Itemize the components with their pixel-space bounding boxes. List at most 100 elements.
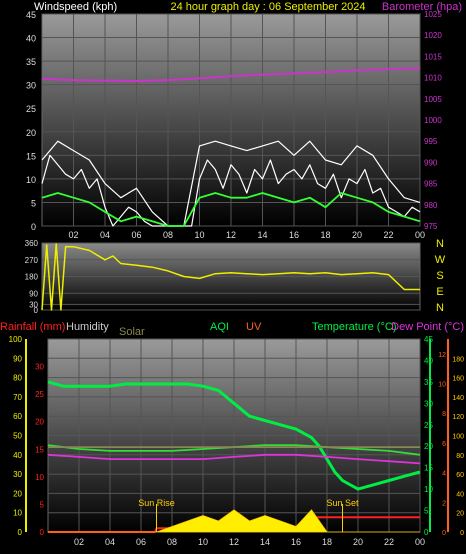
x-tick-label: 22 — [383, 230, 393, 240]
left-tick-label: 15 — [26, 151, 36, 161]
x-tick-label: 10 — [194, 230, 204, 240]
humidity-tick-label: 30 — [13, 470, 22, 479]
solar-tick-label: 100 — [452, 434, 464, 441]
humidity-tick-label: 90 — [13, 354, 22, 363]
direction-letter: N — [436, 238, 444, 250]
temp-tick-label: 30 — [424, 399, 433, 408]
right-tick-label: 1020 — [424, 31, 442, 40]
temp-tick-label: 40 — [424, 356, 433, 365]
x-tick-label: 02 — [68, 230, 78, 240]
solar-tick-label: 0 — [460, 530, 464, 537]
x-tick-label: 12 — [229, 537, 239, 547]
legend-humidity: Humidity — [66, 321, 109, 333]
uv-tick-label: 8 — [442, 411, 446, 418]
uv-tick-label: 4 — [442, 471, 446, 478]
humidity-tick-label: 0 — [18, 528, 23, 537]
temp-tick-label: 25 — [424, 421, 433, 430]
x-tick-label: 16 — [289, 230, 299, 240]
temp-tick-label: 15 — [424, 464, 433, 473]
solar-tick-label: 180 — [452, 356, 464, 363]
temp-tick-label: 0 — [424, 528, 429, 537]
left-tick-label: 5 — [31, 198, 36, 208]
x-tick-label: 04 — [105, 537, 115, 547]
x-tick-label: 14 — [260, 537, 270, 547]
legend-solar: Solar — [119, 326, 145, 338]
rain-tick-label: 10 — [35, 473, 44, 482]
rain-tick-label: 20 — [35, 418, 44, 427]
x-tick-label: 08 — [163, 230, 173, 240]
rain-tick-label: 25 — [35, 390, 44, 399]
direction-tick-label: 360 — [25, 239, 39, 248]
x-tick-label: 08 — [167, 537, 177, 547]
direction-tick-label: 180 — [25, 273, 39, 282]
left-tick-label: 35 — [26, 57, 36, 67]
direction-letter: S — [436, 270, 443, 282]
right-tick-label: 1015 — [424, 52, 442, 61]
x-tick-label: 00 — [415, 230, 425, 240]
right-tick-label: 1005 — [424, 95, 442, 104]
solar-tick-label: 120 — [452, 414, 464, 421]
legend-aqi: AQI — [210, 321, 229, 333]
temp-tick-label: 20 — [424, 442, 433, 451]
solar-tick-label: 80 — [456, 453, 464, 460]
humidity-tick-label: 50 — [13, 432, 22, 441]
x-tick-label: 18 — [322, 537, 332, 547]
direction-letter: E — [436, 286, 443, 298]
rain-tick-label: 30 — [35, 363, 44, 372]
left-tick-label: 40 — [26, 34, 36, 44]
x-tick-label: 12 — [226, 230, 236, 240]
right-tick-label: 985 — [424, 180, 438, 189]
x-tick-label: 00 — [415, 537, 425, 547]
uv-tick-label: 0 — [442, 530, 446, 537]
left-tick-label: 45 — [26, 10, 36, 20]
humidity-tick-label: 10 — [13, 509, 22, 518]
direction-tick-label: 30 — [29, 300, 38, 309]
rain-tick-label: 0 — [40, 528, 45, 537]
x-tick-label: 14 — [257, 230, 267, 240]
temp-tick-label: 10 — [424, 485, 433, 494]
direction-tick-label: 270 — [25, 256, 39, 265]
x-tick-label: 10 — [198, 537, 208, 547]
humidity-tick-label: 80 — [13, 374, 22, 383]
direction-tick-label: 90 — [29, 289, 38, 298]
rain-tick-label: 15 — [35, 445, 44, 454]
right-tick-label: 975 — [424, 222, 438, 231]
right-tick-label: 1025 — [424, 10, 442, 19]
solar-tick-label: 20 — [456, 511, 464, 518]
x-tick-label: 22 — [384, 537, 394, 547]
legend-temperature: Temperature (°C) — [312, 321, 396, 333]
direction-letter: N — [436, 302, 444, 314]
x-tick-label: 16 — [291, 537, 301, 547]
solar-tick-label: 140 — [452, 395, 464, 402]
solar-tick-label: 60 — [456, 472, 464, 479]
right-tick-label: 1010 — [424, 74, 442, 83]
uv-tick-label: 10 — [438, 382, 446, 389]
temp-tick-label: 35 — [424, 378, 433, 387]
barometer-axis-label: Barometer (hpa) — [382, 1, 462, 13]
humidity-tick-label: 70 — [13, 393, 22, 402]
weather-graphs: Windspeed (kph) 24 hour graph day : 06 S… — [0, 1, 464, 547]
sun-rise-label: Sun Rise — [138, 498, 175, 508]
right-tick-label: 1000 — [424, 116, 442, 125]
left-tick-label: 30 — [26, 81, 36, 91]
humidity-tick-label: 40 — [13, 451, 22, 460]
left-tick-label: 25 — [26, 104, 36, 114]
solar-tick-label: 40 — [456, 491, 464, 498]
x-tick-label: 20 — [353, 537, 363, 547]
legend-rainfall: Rainfall (mm) — [0, 321, 65, 333]
x-tick-label: 18 — [320, 230, 330, 240]
left-tick-label: 0 — [31, 222, 36, 232]
x-tick-label: 02 — [74, 537, 84, 547]
x-tick-label: 04 — [100, 230, 110, 240]
temp-tick-label: 5 — [424, 507, 429, 516]
x-tick-label: 20 — [352, 230, 362, 240]
x-tick-label: 06 — [131, 230, 141, 240]
windspeed-axis-label: Windspeed (kph) — [34, 1, 117, 13]
sun-set-label: Sun Set — [326, 498, 359, 508]
legend-uv: UV — [246, 321, 262, 333]
humidity-tick-label: 60 — [13, 412, 22, 421]
direction-letter: W — [435, 254, 446, 266]
solar-tick-label: 160 — [452, 376, 464, 383]
legend-dewpoint: Dew Point (°C) — [391, 321, 464, 333]
right-tick-label: 990 — [424, 158, 438, 167]
